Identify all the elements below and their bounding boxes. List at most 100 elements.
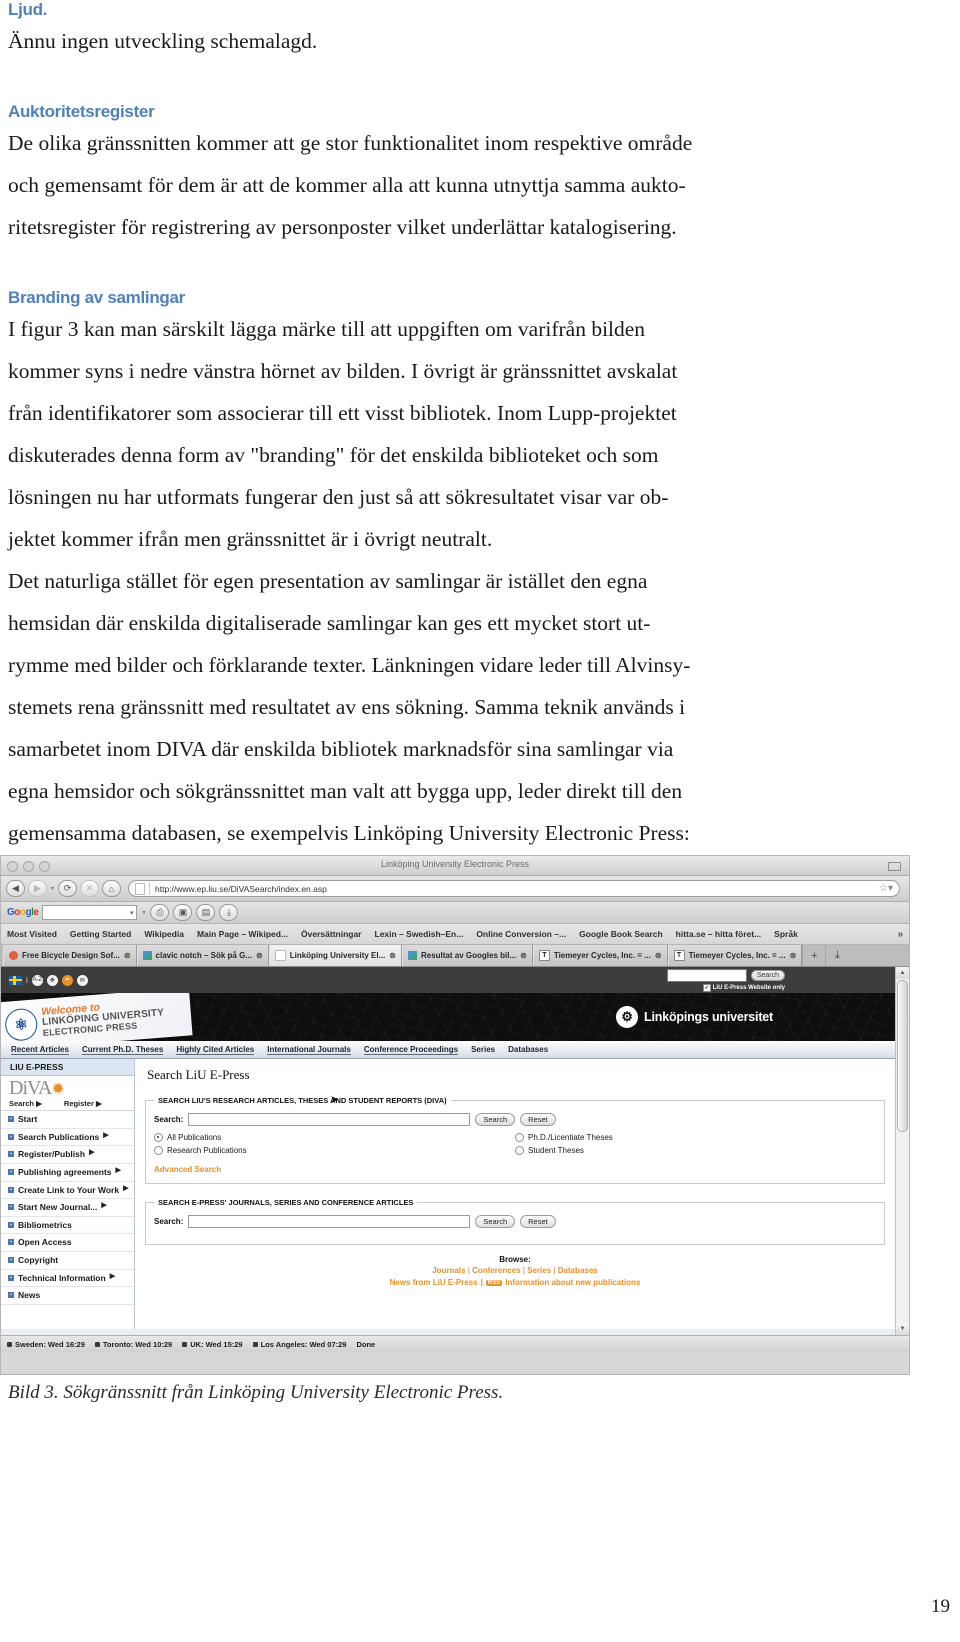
browse-link-conferences[interactable]: Conferences: [472, 1266, 520, 1275]
url-input[interactable]: http://www.ep.liu.se/DiVASearch/index.en…: [128, 880, 900, 897]
bookmark-item[interactable]: hitta.se – hitta föret...: [676, 929, 762, 939]
stop-icon[interactable]: ✕: [80, 880, 100, 897]
radio-all-publications[interactable]: All Publications: [154, 1133, 515, 1142]
radio-research-publications[interactable]: Research Publications: [154, 1146, 515, 1155]
tab-list-icon[interactable]: ⤓: [825, 945, 848, 966]
image-icon[interactable]: ▣: [173, 904, 193, 921]
status-clock-uk: UK: Wed 15:29: [182, 1340, 243, 1349]
sidebar-item-label: Technical Information: [18, 1272, 106, 1283]
paragraph-branding-line: jektet kommer ifrån men gränssnittet är …: [8, 527, 493, 551]
history-dropdown-icon[interactable]: ▾: [51, 885, 54, 892]
nav-tab-current-phd-theses[interactable]: Current Ph.D. Theses: [81, 1045, 164, 1055]
diva-reset-button[interactable]: Reset: [520, 1113, 556, 1126]
close-icon[interactable]: ⊗: [520, 951, 527, 960]
sidebar-item-start-new-journal[interactable]: ▪ Start New Journal... ▶: [1, 1199, 134, 1217]
browser-tab[interactable]: clavic notch – Sök på G... ⊗: [136, 945, 269, 966]
site-search-scope-checkbox[interactable]: ✓ LiU E-Press Website only: [702, 983, 785, 992]
sidebar-item-bibliometrics[interactable]: ▪ Bibliometrics: [1, 1217, 134, 1235]
sidebar-item-label: Publishing agreements: [18, 1166, 112, 1177]
sidebar-item-start[interactable]: ▪ Start: [1, 1111, 134, 1129]
advanced-search-link[interactable]: Advanced Search: [154, 1165, 876, 1174]
bookmark-item[interactable]: Main Page – Wikiped...: [197, 929, 288, 939]
browse-link-databases[interactable]: Databases: [558, 1266, 598, 1275]
sidebar-item-open-access[interactable]: ▪ Open Access: [1, 1234, 134, 1252]
browser-tab[interactable]: Free Bicycle Design Sof... ⊗: [3, 945, 137, 966]
download-icon[interactable]: ⤓: [219, 904, 239, 921]
google-options-icon[interactable]: ▾: [142, 909, 145, 916]
nav-tab-international-journals[interactable]: International Journals: [267, 1045, 351, 1055]
browser-tab[interactable]: Resultat av Googles bil... ⊗: [401, 945, 533, 966]
epress-search-input[interactable]: [188, 1215, 471, 1228]
diva-search-button[interactable]: Search: [475, 1113, 516, 1126]
bookmark-item[interactable]: Wikipedia: [144, 929, 184, 939]
radio-student-theses[interactable]: Student Theses: [515, 1146, 876, 1155]
page-scrollbar[interactable]: ▲ ▼: [895, 967, 909, 1335]
site-search-button[interactable]: Search: [750, 969, 785, 981]
browse-link-series[interactable]: Series: [527, 1266, 551, 1275]
bookmark-item[interactable]: Språk: [774, 929, 798, 939]
sidebar-item-copyright[interactable]: ▪ Copyright: [1, 1252, 134, 1270]
diva-register-link[interactable]: Register ▶: [64, 1099, 102, 1108]
sidebar-item-publishing-agreements[interactable]: ▪ Publishing agreements ▶: [1, 1164, 134, 1182]
bookmark-item[interactable]: Översättningar: [301, 929, 361, 939]
sidebar-item-create-link-to-your-work[interactable]: ▪ Create Link to Your Work ▶: [1, 1182, 134, 1200]
diva-search-input[interactable]: [188, 1113, 471, 1126]
paragraph-ljud: Ännu ingen utveckling schemalagd.: [8, 29, 318, 53]
radio-phd-licentiate-theses[interactable]: Ph.D./Licentiate Theses: [515, 1133, 876, 1142]
bookmark-item[interactable]: Online Conversion –...: [476, 929, 566, 939]
toolbar-toggle-icon[interactable]: [888, 862, 901, 871]
a-to-z-icon[interactable]: A-Z: [31, 974, 43, 986]
epress-search-button[interactable]: Search: [475, 1215, 516, 1228]
move-icon[interactable]: ✥: [46, 974, 58, 986]
bookmark-item[interactable]: Getting Started: [70, 929, 131, 939]
figure-caption: Bild 3. Sökgränssnitt från Linköping Uni…: [8, 1382, 504, 1403]
print-icon[interactable]: ⎙: [150, 904, 170, 921]
swedish-flag-icon[interactable]: [9, 975, 22, 985]
info-icon[interactable]: i: [26, 976, 28, 985]
bookmarks-overflow-icon[interactable]: »: [897, 929, 903, 940]
close-icon[interactable]: ⊗: [256, 951, 263, 960]
close-icon[interactable]: ⊗: [389, 951, 396, 960]
close-icon[interactable]: ⊗: [655, 951, 662, 960]
close-icon[interactable]: ⊗: [124, 951, 131, 960]
nav-tab-recent-articles[interactable]: Recent Articles: [11, 1045, 69, 1055]
browser-tab[interactable]: T Tiemeyer Cycles, Inc. = ... ⊗: [532, 945, 668, 966]
nav-tab-databases[interactable]: Databases: [508, 1045, 548, 1054]
browse-link-journals[interactable]: Journals: [432, 1266, 465, 1275]
paragraph-branding-line: diskuterades denna form av "branding" fö…: [8, 443, 659, 467]
bookmark-item[interactable]: Google Book Search: [579, 929, 663, 939]
bookmark-item[interactable]: Most Visited: [7, 929, 57, 939]
close-icon[interactable]: ⊗: [790, 951, 797, 960]
diva-logo-block[interactable]: DiVA✹ Search ▶ Register ▶: [1, 1076, 134, 1111]
forward-arrow-icon[interactable]: ▶: [28, 880, 47, 897]
home-icon[interactable]: ⌂: [102, 880, 122, 897]
browser-tab[interactable]: T Tiemeyer Cycles, Inc. = ... ⊗: [667, 945, 803, 966]
sidebar-item-register-publish[interactable]: ▪ Register/Publish ▶: [1, 1146, 134, 1164]
nav-tab-highly-cited-articles[interactable]: Highly Cited Articles: [176, 1045, 255, 1055]
rss-icon[interactable]: RSS: [485, 1279, 503, 1286]
chart-icon[interactable]: ⏶: [61, 974, 73, 986]
google-search-input[interactable]: ▾: [42, 905, 138, 920]
sidebar-item-search-publications[interactable]: ▪ Search Publications ▶: [1, 1129, 134, 1147]
mail-icon[interactable]: ✉: [76, 974, 88, 986]
save-icon[interactable]: ▤: [196, 904, 216, 921]
scroll-up-icon[interactable]: ▲: [896, 967, 909, 979]
diva-search-link[interactable]: Search ▶: [9, 1099, 42, 1108]
epress-reset-button[interactable]: Reset: [520, 1215, 556, 1228]
sidebar-item-technical-information[interactable]: ▪ Technical Information ▶: [1, 1270, 134, 1288]
news-link[interactable]: News from LiU E-Press: [390, 1278, 478, 1287]
scroll-down-icon[interactable]: ▼: [896, 1323, 909, 1335]
new-tab-button[interactable]: +: [802, 945, 825, 966]
window-title: Linköping University Electronic Press: [380, 859, 530, 869]
browser-tab-active[interactable]: Linköping University El... ⊗: [268, 945, 402, 966]
back-arrow-icon[interactable]: ◀: [6, 880, 25, 897]
site-search-input[interactable]: [666, 968, 747, 982]
sidebar-item-news[interactable]: ▪ News: [1, 1287, 134, 1305]
nav-tab-series[interactable]: Series: [471, 1045, 495, 1054]
scrollbar-thumb[interactable]: [897, 980, 908, 1132]
reload-icon[interactable]: ⟳: [58, 880, 78, 897]
nav-tab-conference-proceedings[interactable]: Conference Proceedings: [363, 1045, 459, 1055]
new-publications-info-link[interactable]: Information about new publications: [505, 1278, 640, 1287]
bookmark-item[interactable]: Lexin – Swedish–En...: [375, 929, 464, 939]
star-icon[interactable]: ☆▾: [879, 883, 893, 894]
